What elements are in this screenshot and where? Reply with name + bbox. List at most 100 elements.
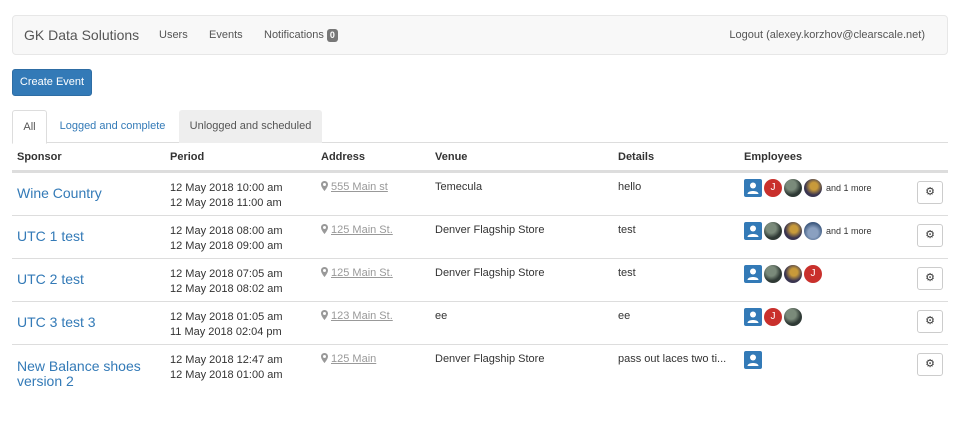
row-settings-button[interactable]: ⚙ [917,224,943,247]
employees-cell: Jand 1 more [744,179,872,199]
venue-cell: ee [435,310,448,322]
address-text: 125 Main [331,353,377,365]
tab-unlogged-and-scheduled[interactable]: Unlogged and scheduled [179,110,322,143]
address-text: 555 Main st [331,181,388,193]
table-row: Wine Country 12 May 2018 10:00 am 12 May… [12,172,948,215]
period-cell: 12 May 2018 01:05 am 11 May 2018 02:04 p… [170,310,283,340]
user-icon[interactable] [744,308,762,326]
table-row: UTC 1 test 12 May 2018 08:00 am 12 May 2… [12,215,948,258]
address-text: 125 Main St. [331,267,393,279]
avatar[interactable] [784,222,802,240]
avatar[interactable] [804,179,822,197]
period-start: 12 May 2018 12:47 am [170,354,283,366]
user-icon[interactable] [744,179,762,197]
brand-link[interactable]: GK Data Solutions [24,27,139,43]
gear-icon: ⚙ [925,186,935,198]
address-text: 125 Main St. [331,224,393,236]
details-cell: test [618,267,636,279]
map-marker-icon [321,353,328,363]
map-marker-icon [321,310,328,320]
period-cell: 12 May 2018 08:00 am 12 May 2018 09:00 a… [170,224,283,254]
header-period: Period [170,151,205,163]
address-text: 123 Main St. [331,310,393,322]
notifications-badge: 0 [326,29,338,42]
gear-icon: ⚙ [925,229,935,241]
header-address: Address [321,151,366,163]
period-start: 12 May 2018 08:00 am [170,225,283,237]
avatar[interactable] [784,179,802,197]
user-icon[interactable] [744,351,762,369]
avatar[interactable] [764,265,782,283]
details-cell: ee [618,310,631,322]
nav-notifications-label: Notifications [264,29,324,41]
venue-cell: Denver Flagship Store [435,353,545,365]
venue-cell: Denver Flagship Store [435,224,545,236]
row-settings-button[interactable]: ⚙ [917,267,943,290]
more-employees-text: and 1 more [826,226,872,236]
avatar[interactable] [784,265,802,283]
period-cell: 12 May 2018 12:47 am 12 May 2018 01:00 a… [170,353,283,383]
map-marker-icon [321,267,328,277]
gear-icon: ⚙ [925,315,935,327]
row-settings-button[interactable]: ⚙ [917,181,943,204]
details-cell: test [618,224,636,236]
period-end: 12 May 2018 11:00 am [170,197,282,209]
venue-cell: Denver Flagship Store [435,267,545,279]
gear-icon: ⚙ [925,358,935,370]
tab-logged-and-complete[interactable]: Logged and complete [51,110,174,143]
period-start: 12 May 2018 10:00 am [170,182,283,194]
avatar[interactable] [804,222,822,240]
row-settings-button[interactable]: ⚙ [917,310,943,333]
employees-cell [744,351,764,371]
header-employees: Employees [744,151,803,163]
map-marker-icon [321,181,328,191]
period-end: 12 May 2018 08:02 am [170,283,283,295]
create-event-button[interactable]: Create Event [12,69,92,96]
sponsor-link[interactable]: Wine Country [17,186,102,201]
nav-notifications[interactable]: Notifications 0 [264,29,338,42]
venue-cell: Temecula [435,181,483,193]
table-row: UTC 2 test 12 May 2018 07:05 am 12 May 2… [12,258,948,301]
details-cell: hello [618,181,642,193]
nav-events[interactable]: Events [209,29,243,41]
address-link[interactable]: 123 Main St. [321,310,393,322]
address-link[interactable]: 555 Main st [321,181,388,193]
period-end: 12 May 2018 01:00 am [170,369,283,381]
period-cell: 12 May 2018 07:05 am 12 May 2018 08:02 a… [170,267,283,297]
tab-all[interactable]: All [12,110,47,144]
avatar[interactable]: J [764,308,782,326]
details-cell: pass out laces two ti... [618,353,727,365]
row-settings-button[interactable]: ⚙ [917,353,943,376]
avatar[interactable]: J [804,265,822,283]
period-end: 12 May 2018 09:00 am [170,240,283,252]
avatar[interactable]: J [764,179,782,197]
period-end: 11 May 2018 02:04 pm [170,326,282,338]
header-details: Details [618,151,655,163]
header-venue: Venue [435,151,468,163]
address-link[interactable]: 125 Main St. [321,267,393,279]
sponsor-link[interactable]: UTC 3 test 3 [17,315,96,330]
address-link[interactable]: 125 Main [321,353,376,365]
more-employees-text: and 1 more [826,183,872,193]
sponsor-link[interactable]: UTC 1 test [17,229,84,244]
avatar[interactable] [784,308,802,326]
user-icon[interactable] [744,265,762,283]
table-row: UTC 3 test 3 12 May 2018 01:05 am 11 May… [12,301,948,344]
employees-cell: and 1 more [744,222,872,242]
sponsor-link[interactable]: New Balance shoes version 2 [17,359,162,389]
address-link[interactable]: 125 Main St. [321,224,393,236]
gear-icon: ⚙ [925,272,935,284]
header-sponsor: Sponsor [17,151,62,163]
nav-users[interactable]: Users [159,29,188,41]
period-start: 12 May 2018 01:05 am [170,311,283,323]
employees-cell: J [744,308,804,328]
logout-link[interactable]: Logout (alexey.korzhov@clearscale.net) [729,29,925,41]
employees-cell: J [744,265,824,285]
period-cell: 12 May 2018 10:00 am 12 May 2018 11:00 a… [170,181,283,211]
sponsor-link[interactable]: UTC 2 test [17,272,84,287]
table-row: New Balance shoes version 2 12 May 2018 … [12,344,948,396]
top-navbar: GK Data Solutions Users Events Notificat… [12,15,948,55]
avatar[interactable] [764,222,782,240]
user-icon[interactable] [744,222,762,240]
period-start: 12 May 2018 07:05 am [170,268,283,280]
